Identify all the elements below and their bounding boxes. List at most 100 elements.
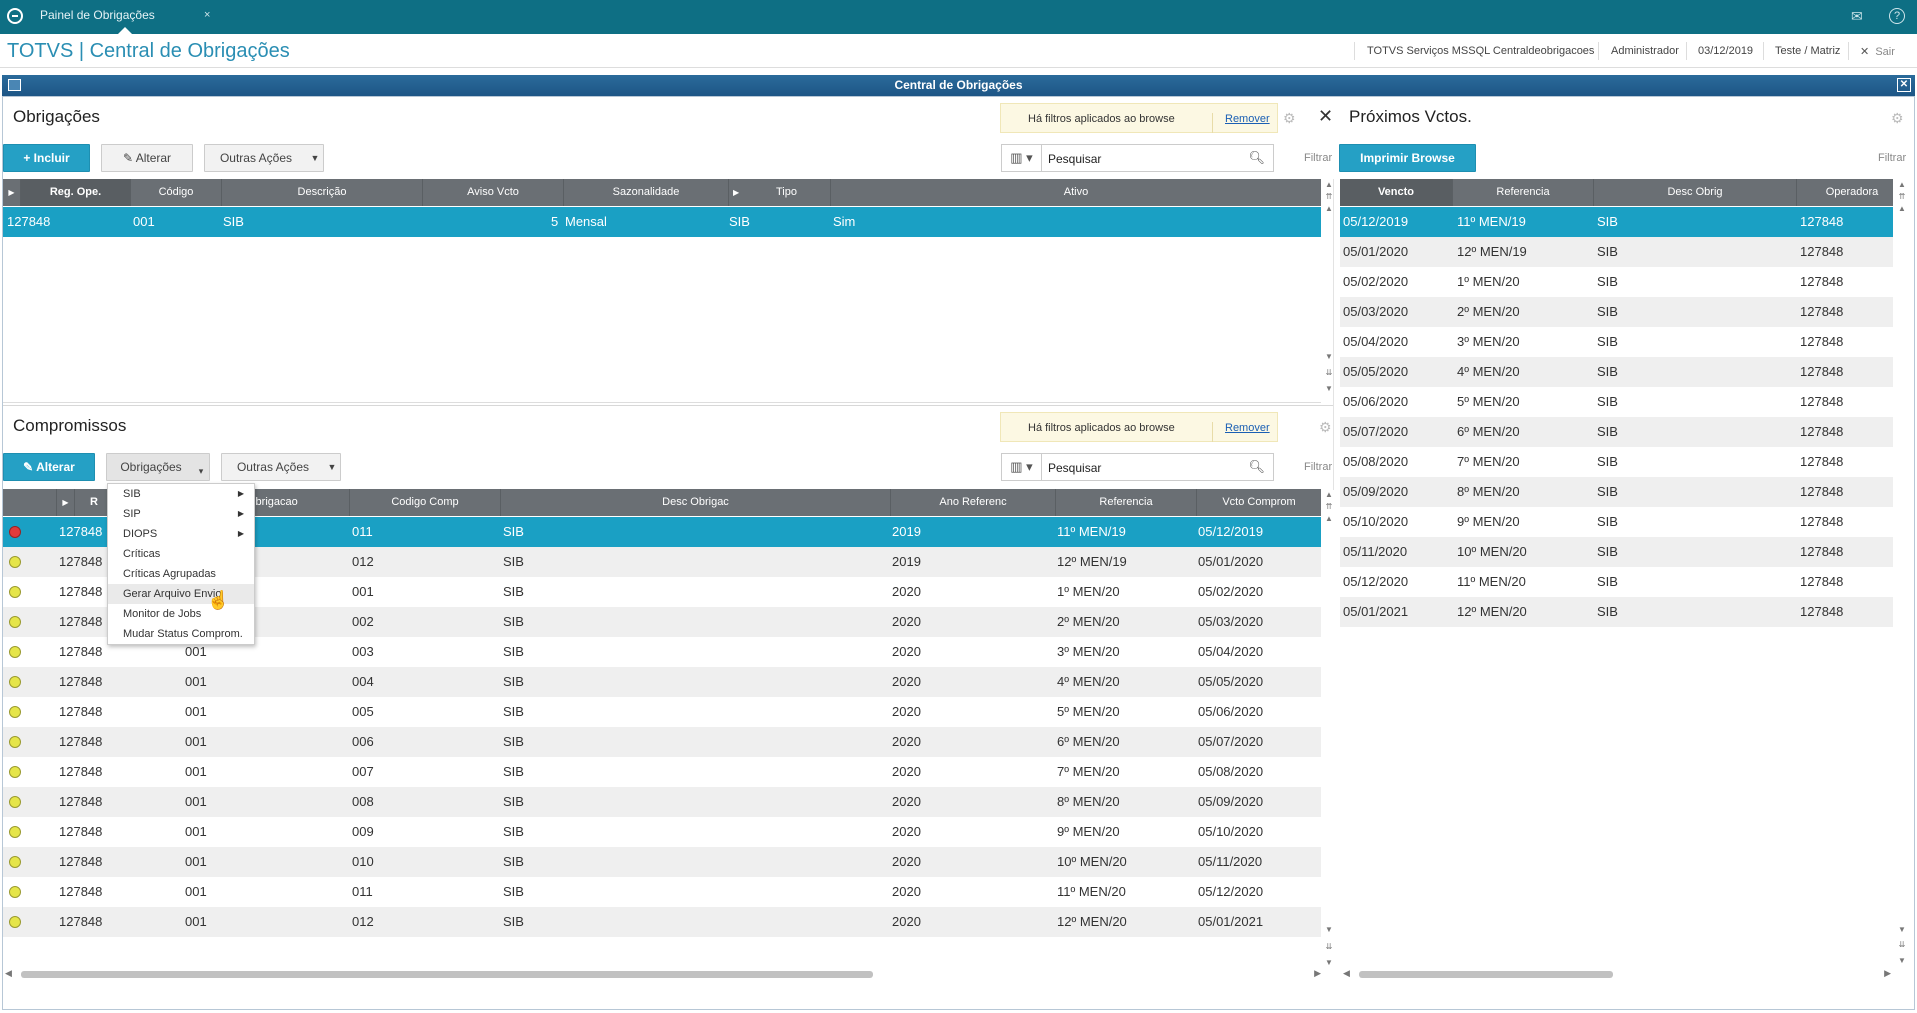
col-vencto[interactable]: Vencto [1340, 179, 1453, 206]
menu-item-mudar-status[interactable]: Mudar Status Comprom. [108, 624, 254, 644]
columns-icon[interactable]: ▥ ▾ [1002, 145, 1042, 171]
table-row[interactable]: 05/01/2021 12º MEN/20 SIB 127848 [1340, 597, 1893, 627]
table-row[interactable]: 127848 001 011 SIB 2020 11º MEN/20 05/12/2020 [3, 877, 1321, 907]
table-row[interactable]: 05/12/2020 11º MEN/20 SIB 127848 [1340, 567, 1893, 597]
menu-item-sib[interactable]: SIB ▶ [108, 484, 254, 504]
cell-vcto-comprom: 05/06/2020 [1198, 704, 1264, 719]
scroll-thumb[interactable] [1359, 971, 1613, 978]
imprimir-browse-button[interactable]: Imprimir Browse [1339, 144, 1476, 172]
cell-referencia: 3º MEN/20 [1057, 644, 1120, 659]
expand-icon[interactable]: ▶ [3, 179, 21, 206]
gear-icon[interactable]: ⚙ [1319, 419, 1332, 436]
table-row[interactable]: 127848 001 004 SIB 2020 4º MEN/20 05/05/2020 [3, 667, 1321, 697]
window-close-icon[interactable]: ✕ [1897, 78, 1911, 92]
search-icon[interactable]: 🔍︎ [1248, 459, 1265, 475]
col-codigo-comp[interactable]: Codigo Comp [350, 489, 501, 516]
table-row[interactable]: 05/01/2020 12º MEN/19 SIB 127848 [1340, 237, 1893, 267]
proximos-horizontal-scrollbar[interactable]: ◀ ▶ [1343, 968, 1891, 980]
table-row[interactable]: 127848 001 010 SIB 2020 10º MEN/20 05/11/2020 [3, 847, 1321, 877]
scroll-thumb[interactable] [21, 971, 873, 978]
cell-vcto-comprom: 05/01/2021 [1198, 914, 1264, 929]
table-row[interactable]: 05/03/2020 2º MEN/20 SIB 127848 [1340, 297, 1893, 327]
table-row[interactable]: 127848 001 006 SIB 2020 6º MEN/20 05/07/2020 [3, 727, 1321, 757]
gear-icon[interactable]: ⚙ [1283, 110, 1296, 127]
table-row[interactable]: 127848 001 005 SIB 2020 5º MEN/20 05/06/2020 [3, 697, 1321, 727]
proximos-vertical-scrollbar[interactable]: ▲ ⇈ ▲ ▼ ⇊ ▼ [1896, 180, 1908, 975]
col-operadora[interactable]: Operadora [1797, 179, 1893, 206]
col-desc-obrigac[interactable]: Desc Obrigac [501, 489, 891, 516]
cell-referencia: 11º MEN/20 [1457, 574, 1526, 589]
col-codigo[interactable]: Código [131, 179, 222, 206]
mail-icon[interactable]: ✉ [1851, 8, 1863, 25]
cell-codigo-comp: 007 [352, 764, 374, 779]
col-reg-ope[interactable]: Reg. Ope. [21, 179, 131, 206]
cell-codigo-comp: 004 [352, 674, 374, 689]
table-row[interactable]: 127848 001 008 SIB 2020 8º MEN/20 05/09/2020 [3, 787, 1321, 817]
menu-item-diops[interactable]: DIOPS ▶ [108, 524, 254, 544]
table-row[interactable]: 127848 001 SIB 5 Mensal SIB Sim [3, 207, 1321, 237]
filtrar-label[interactable]: Filtrar [1304, 152, 1332, 164]
col-tipo[interactable]: ▶ Tipo [729, 179, 831, 206]
table-row[interactable]: 127848 001 009 SIB 2020 9º MEN/20 05/10/2020 [3, 817, 1321, 847]
alterar-compromisso-button[interactable]: ✎ Alterar [3, 453, 95, 481]
col-referencia[interactable]: Referencia [1056, 489, 1197, 516]
compromissos-horizontal-scrollbar[interactable]: ◀ ▶ [5, 968, 1321, 980]
table-row[interactable]: 05/07/2020 6º MEN/20 SIB 127848 [1340, 417, 1893, 447]
exit-button[interactable]: ✕ Sair [1860, 45, 1895, 58]
table-row[interactable]: 127848 001 007 SIB 2020 7º MEN/20 05/08/2020 [3, 757, 1321, 787]
table-row[interactable]: 05/06/2020 5º MEN/20 SIB 127848 [1340, 387, 1893, 417]
outras-acoes-button[interactable]: Outras Ações ▼ [221, 453, 341, 481]
menu-item-label: Monitor de Jobs [123, 608, 202, 620]
menu-item-sip[interactable]: SIP ▶ [108, 504, 254, 524]
remove-filter-link[interactable]: Remover [1212, 422, 1270, 442]
cell-ano-referenc: 2020 [892, 614, 921, 629]
help-icon[interactable]: ? [1889, 8, 1905, 24]
totvs-logo-icon[interactable] [7, 8, 23, 24]
search-input[interactable]: Pesquisar [1048, 461, 1101, 475]
col-vcto-comprom[interactable]: Vcto Comprom [1197, 489, 1321, 516]
col-descricao[interactable]: Descrição [222, 179, 423, 206]
col-desc-obrig[interactable]: Desc Obrig [1594, 179, 1797, 206]
col-ano-referenc[interactable]: Ano Referenc [891, 489, 1056, 516]
gear-icon[interactable]: ⚙ [1891, 110, 1904, 127]
cell-desc-obrig: SIB [1597, 424, 1618, 439]
tab-close-icon[interactable]: × [204, 0, 210, 30]
col-ativo[interactable]: Ativo [831, 179, 1321, 206]
col-status[interactable] [3, 489, 57, 516]
table-row[interactable]: 05/10/2020 9º MEN/20 SIB 127848 [1340, 507, 1893, 537]
search-obrigacoes[interactable]: ▥ ▾ Pesquisar 🔍︎ [1001, 144, 1274, 172]
filtrar-label[interactable]: Filtrar [1878, 152, 1906, 164]
alterar-button[interactable]: ✎ Alterar [101, 144, 193, 172]
table-row[interactable]: 05/02/2020 1º MEN/20 SIB 127848 [1340, 267, 1893, 297]
menu-item-criticas-agrupadas[interactable]: Críticas Agrupadas [108, 564, 254, 584]
search-compromissos[interactable]: ▥ ▾ Pesquisar 🔍︎ [1001, 453, 1274, 481]
search-icon[interactable]: 🔍︎ [1248, 150, 1265, 166]
menu-item-monitor-jobs[interactable]: Monitor de Jobs [108, 604, 254, 624]
incluir-button[interactable]: + Incluir [3, 144, 90, 172]
table-row[interactable]: 05/04/2020 3º MEN/20 SIB 127848 [1340, 327, 1893, 357]
tab-active-caret [118, 27, 132, 34]
col-sazonalidade[interactable]: Sazonalidade [564, 179, 729, 206]
tab-painel-obrigacoes[interactable]: Painel de Obrigações [02.9.0093] × [34, 0, 214, 52]
filtrar-label[interactable]: Filtrar [1304, 461, 1332, 473]
close-panel-icon[interactable]: ✕ [1318, 106, 1333, 127]
outras-acoes-button[interactable]: Outras Ações ▼ [204, 144, 324, 172]
table-row[interactable]: 127848 001 012 SIB 2020 12º MEN/20 05/01/2021 [3, 907, 1321, 937]
compromissos-vertical-scrollbar[interactable]: ▲ ⇈ ▲ ▼ ⇊ ▼ [1323, 490, 1335, 980]
table-row[interactable]: 05/09/2020 8º MEN/20 SIB 127848 [1340, 477, 1893, 507]
obrigacoes-menu-button[interactable]: Obrigações ▾ [106, 453, 210, 481]
menu-item-gerar-arquivo-envio[interactable]: Gerar Arquivo Envio [108, 584, 254, 604]
table-row[interactable]: 05/08/2020 7º MEN/20 SIB 127848 [1340, 447, 1893, 477]
col-referencia[interactable]: Referencia [1453, 179, 1594, 206]
expand-icon[interactable]: ▶ [57, 489, 75, 516]
table-row[interactable]: 05/12/2019 11º MEN/19 SIB 127848 [1340, 207, 1893, 237]
table-row[interactable]: 05/11/2020 10º MEN/20 SIB 127848 [1340, 537, 1893, 567]
table-row[interactable]: 05/05/2020 4º MEN/20 SIB 127848 [1340, 357, 1893, 387]
cell-vencto: 05/05/2020 [1343, 364, 1409, 379]
col-aviso-vcto[interactable]: Aviso Vcto [423, 179, 564, 206]
columns-icon[interactable]: ▥ ▾ [1002, 454, 1042, 480]
menu-item-criticas[interactable]: Críticas [108, 544, 254, 564]
cell-codigo-comp: 011 [352, 524, 373, 539]
search-input[interactable]: Pesquisar [1048, 152, 1101, 166]
remove-filter-link[interactable]: Remover [1212, 113, 1270, 133]
